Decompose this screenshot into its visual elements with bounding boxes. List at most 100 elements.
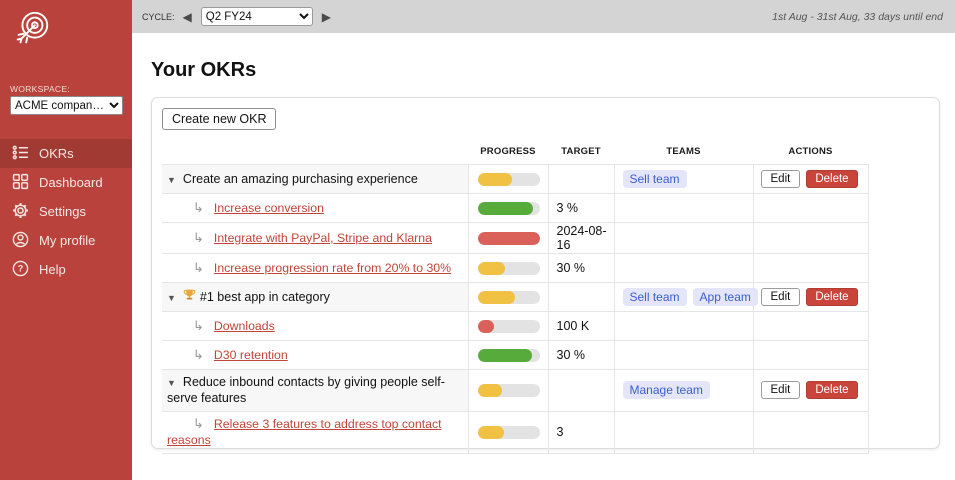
next-cycle-icon[interactable]: ▶ [322,11,331,23]
key-result-row: ↳ Integrate with PayPal, Stripe and Klarn… [162,222,869,254]
teams-cell: Manage team [613,369,753,411]
sidebar-item-okrs[interactable]: OKRs [0,139,132,168]
edit-button[interactable]: Edit [760,170,801,188]
name-cell: ↳ Integrate with PayPal, Stripe and Klarn… [162,222,468,254]
target-value [547,369,614,411]
workspace-select[interactable]: ACME compan… [10,96,123,115]
sidebar-item-settings[interactable]: Settings [0,197,132,226]
delete-button[interactable]: Delete [806,381,858,400]
edit-button[interactable]: Edit [760,288,801,306]
progress-bar [477,383,540,397]
key-result-link[interactable]: Release 3 features to address top contac… [167,417,442,448]
target-value: 3 % [547,193,614,223]
okr-list-icon [12,144,29,164]
key-result-link[interactable]: Integrate with PayPal, Stripe and Klarna [214,231,432,245]
target-column-header: TARGET [561,146,601,157]
cycle-select[interactable]: Q2 FY24 [200,7,313,26]
key-result-row: ↳ Release 3 features to address top conta… [162,410,869,455]
actions-cell: Edit Delete [752,282,869,312]
actions-cell: Edit Delete [752,369,869,411]
progress-cell [467,193,548,223]
sub-arrow-icon: ↳ [193,259,204,275]
actions-cell [752,253,869,283]
progress-cell [467,164,548,194]
create-okr-button[interactable]: Create new OKR [162,108,277,130]
progress-cell [467,253,548,283]
page-title: Your OKRs [151,59,257,81]
target-value [547,282,614,312]
sub-arrow-icon: ↳ [193,199,204,215]
cycle-label: CYCLE: [142,11,175,22]
expand-toggle-icon[interactable]: ▼ [167,378,176,390]
sidebar: WORKSPACE: ACME compan… OKRs Dashboard Set… [0,0,132,480]
progress-bar [477,348,540,362]
actions-cell [752,410,869,455]
team-badge: App team [692,288,758,306]
target-value: 2024-08-16 [547,222,614,254]
svg-text:?: ? [18,263,24,273]
actions-cell [752,340,869,370]
name-cell: ▼ Reduce inbound contacts by giving peopl… [162,369,468,411]
cycle-date-range: 1st Aug - 31st Aug, 33 days until end [772,10,943,23]
name-column-header [162,146,468,165]
progress-cell [467,410,548,455]
teams-cell: Sell team [613,164,753,194]
sidebar-item-label: Settings [39,204,86,219]
name-cell: ↳ Increase progression rate from 20% to 3… [162,253,468,283]
key-result-link[interactable]: Downloads [214,319,275,333]
teams-cell [613,222,753,254]
progress-fill [477,319,495,333]
teams-cell: Sell team App team [613,282,758,312]
sidebar-item-my-profile[interactable]: My profile [0,226,132,255]
key-result-row: ↳ Increase progression rate from 20% to 3… [162,253,869,283]
progress-fill [477,348,533,362]
objective-title: #1 best app in category [199,290,330,305]
expand-toggle-icon[interactable]: ▼ [167,175,176,187]
target-dart-logo [10,9,132,56]
sidebar-nav: OKRs Dashboard Settings My profile ? Help [0,139,132,284]
target-value: 30 % [547,340,614,370]
name-cell: ↳ Downloads [162,311,468,341]
key-result-link[interactable]: Increase conversion [214,201,324,215]
sidebar-item-label: Dashboard [39,175,103,190]
dashboard-grid-icon [12,173,29,193]
objective-title: Reduce inbound contacts by giving people… [167,375,445,406]
team-badge: Sell team [622,170,687,188]
target-value [547,164,614,194]
progress-cell [467,340,548,370]
name-cell: ▼ Create an amazing purchasing experience [162,164,468,194]
delete-button[interactable]: Delete [806,288,858,306]
workspace-section: WORKSPACE: ACME compan… [10,84,123,115]
progress-fill [477,172,512,186]
team-badge: Manage team [622,381,710,400]
name-cell: ↳ Increase conversion [162,193,468,223]
okr-table: PROGRESS TARGET TEAMS ACTIONS ▼ Create an… [162,146,869,455]
progress-cell [467,311,548,341]
table-header-row: PROGRESS TARGET TEAMS ACTIONS [162,146,868,165]
sidebar-item-dashboard[interactable]: Dashboard [0,168,132,197]
progress-bar [477,201,540,215]
edit-button[interactable]: Edit [760,381,801,400]
teams-cell [613,193,753,223]
progress-bar [477,319,540,333]
expand-toggle-icon[interactable]: ▼ [167,293,176,305]
sidebar-item-help[interactable]: ? Help [0,255,132,284]
sidebar-item-label: My profile [39,233,96,248]
key-result-link[interactable]: D30 retention [214,348,288,362]
name-cell: ▼ #1 best app in category [162,282,468,312]
actions-column-header: ACTIONS [788,146,833,157]
progress-column-header: PROGRESS [480,146,536,157]
progress-bar [477,425,540,439]
objective-row: ▼ #1 best app in category Sell team App tea… [162,282,869,312]
objective-title: Create an amazing purchasing experience [182,171,418,186]
delete-button[interactable]: Delete [806,170,858,188]
prev-cycle-icon[interactable]: ◀ [183,11,192,23]
sub-arrow-icon: ↳ [193,229,204,245]
gear-icon [12,202,29,222]
actions-cell [752,311,869,341]
key-result-link[interactable]: Increase progression rate from 20% to 30… [214,261,451,275]
key-result-row: ↳ Increase conversion 3 % [162,193,869,223]
cycle-topbar: CYCLE: ◀ Q2 FY24 ▶ 1st Aug - 31st Aug, 3… [132,0,955,33]
sub-arrow-icon: ↳ [193,415,204,431]
name-cell: ↳ D30 retention [162,340,468,370]
